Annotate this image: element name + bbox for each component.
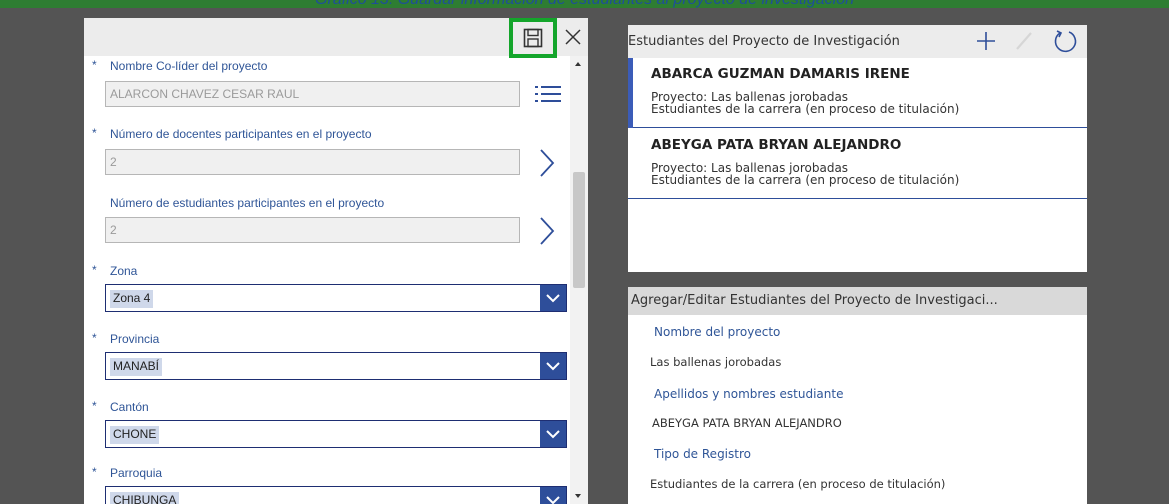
estudiantes-label: Número de estudiantes participantes en e…	[110, 196, 385, 210]
student-type: Estudiantes de la carrera (en proceso de…	[651, 102, 960, 116]
zona-selected-value: Zona 4	[110, 290, 154, 308]
pencil-icon	[1016, 32, 1032, 50]
zona-dropdown-toggle[interactable]	[540, 285, 566, 311]
docentes-next-button[interactable]	[532, 146, 562, 180]
parroquia-dropdown[interactable]: CHIBUNGA	[105, 486, 567, 504]
list-item[interactable]: ABEYGA PATA BRYAN ALEJANDRO Proyecto: La…	[628, 129, 1087, 199]
chevron-down-icon	[546, 496, 560, 504]
refresh-icon	[1054, 30, 1077, 53]
project-name-label: Nombre del proyecto	[654, 325, 781, 339]
save-button[interactable]	[509, 18, 557, 58]
provincia-dropdown[interactable]: MANABÍ	[105, 352, 567, 380]
parroquia-selected-value: CHIBUNGA	[110, 492, 180, 504]
chevron-down-icon	[546, 430, 560, 439]
required-marker: *	[92, 58, 97, 72]
edit-form-header: Agregar/Editar Estudiantes del Proyecto …	[628, 287, 1087, 315]
chevron-down-icon	[546, 362, 560, 371]
estudiantes-field[interactable]: 2	[105, 217, 520, 243]
chevron-right-icon	[540, 149, 555, 177]
student-name: ABEYGA PATA BRYAN ALEJANDRO	[651, 137, 902, 153]
canton-dropdown-toggle[interactable]	[540, 421, 566, 447]
docentes-field[interactable]: 2	[105, 149, 520, 175]
student-type: Estudiantes de la carrera (en proceso de…	[651, 173, 960, 187]
student-name-value: ABEYGA PATA BRYAN ALEJANDRO	[652, 416, 842, 430]
scroll-down-arrow[interactable]	[575, 494, 581, 498]
plus-icon	[977, 32, 995, 50]
caption-bar: Gráfico 13. Guardar información de estud…	[0, 0, 1169, 8]
refresh-button[interactable]	[1052, 28, 1078, 54]
edit-form-title: Agregar/Editar Estudiantes del Proyecto …	[631, 293, 998, 308]
scroll-up-arrow[interactable]	[575, 62, 581, 66]
project-form-panel: * Nombre Co-líder del proyecto ALARCON C…	[84, 18, 588, 504]
colider-field[interactable]: ALARCON CHAVEZ CESAR RAUL	[105, 81, 520, 107]
required-marker: *	[92, 126, 97, 140]
chevron-down-icon	[546, 294, 560, 303]
docentes-label: Número de docentes participantes en el p…	[110, 127, 372, 141]
zona-dropdown[interactable]: Zona 4	[105, 284, 567, 312]
colider-label: Nombre Co-líder del proyecto	[110, 59, 268, 73]
colider-lookup-button[interactable]	[528, 78, 568, 110]
zona-label: Zona	[110, 264, 138, 278]
required-marker: *	[92, 465, 97, 479]
figure-caption: Gráfico 13. Guardar información de estud…	[0, 0, 1169, 8]
list-icon	[535, 86, 561, 102]
project-name-value: Las ballenas jorobadas	[650, 355, 782, 369]
close-button[interactable]	[562, 22, 584, 52]
parroquia-dropdown-toggle[interactable]	[540, 487, 566, 504]
chevron-right-icon	[540, 217, 555, 245]
canton-dropdown[interactable]: CHONE	[105, 420, 567, 448]
student-name: ABARCA GUZMAN DAMARIS IRENE	[651, 66, 910, 82]
required-marker: *	[92, 263, 97, 277]
student-edit-form: Agregar/Editar Estudiantes del Proyecto …	[628, 287, 1087, 504]
student-list-title: Estudiantes del Proyecto de Investigació…	[628, 34, 900, 49]
parroquia-label: Parroquia	[110, 466, 163, 480]
canton-selected-value: CHONE	[110, 426, 160, 444]
provincia-dropdown-toggle[interactable]	[540, 353, 566, 379]
student-list-panel: Estudiantes del Proyecto de Investigació…	[628, 25, 1087, 272]
registration-type-label: Tipo de Registro	[654, 447, 751, 461]
student-name-label: Apellidos y nombres estudiante	[654, 387, 844, 401]
form-scrollbar[interactable]	[570, 56, 588, 504]
scroll-thumb[interactable]	[573, 172, 585, 288]
canton-label: Cantón	[110, 400, 149, 414]
provincia-selected-value: MANABÍ	[110, 358, 163, 376]
student-list-header: Estudiantes del Proyecto de Investigació…	[628, 25, 1087, 58]
required-marker: *	[92, 331, 97, 345]
estudiantes-next-button[interactable]	[532, 214, 562, 248]
edit-student-button[interactable]	[1012, 29, 1036, 53]
save-icon	[523, 28, 543, 48]
provincia-label: Provincia	[110, 332, 160, 346]
list-item[interactable]: ABARCA GUZMAN DAMARIS IRENE Proyecto: La…	[628, 58, 1087, 128]
add-student-button[interactable]	[974, 29, 998, 53]
registration-type-value: Estudiantes de la carrera (en proceso de…	[650, 477, 946, 491]
required-marker: *	[92, 399, 97, 413]
close-icon	[565, 29, 581, 45]
